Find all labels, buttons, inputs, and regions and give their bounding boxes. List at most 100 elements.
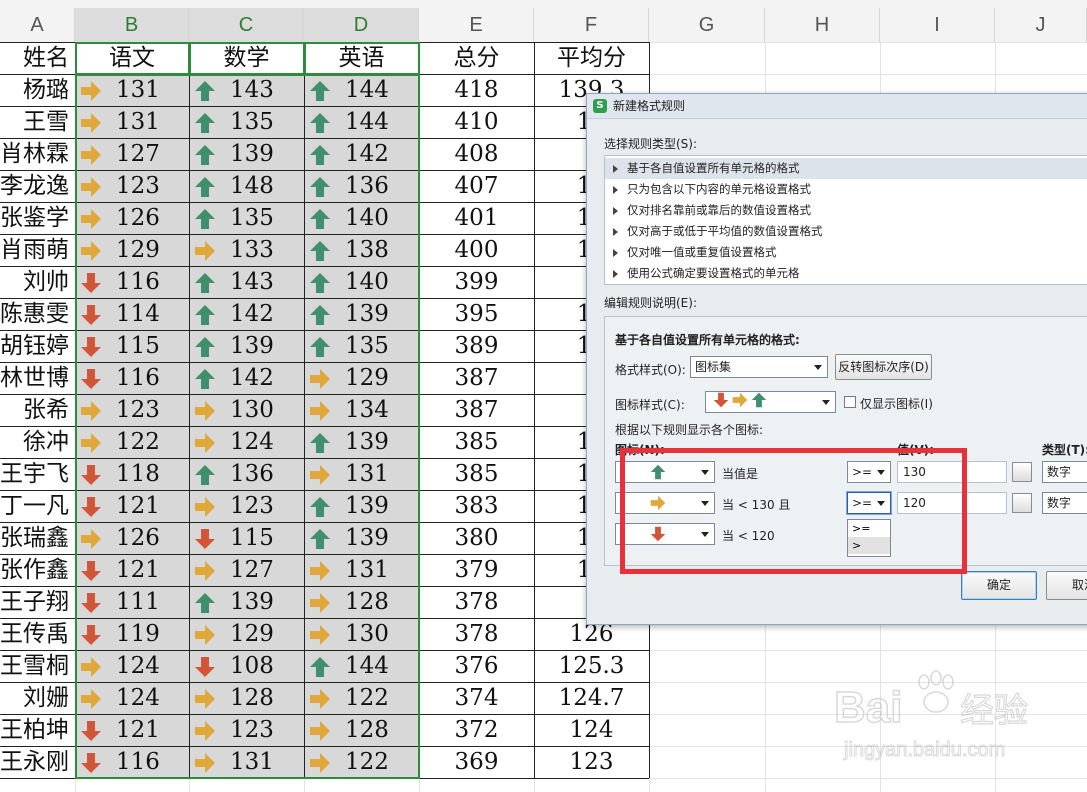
rule-type-item[interactable]: 仅对排名靠前或靠后的数值设置格式 [605,200,1087,221]
average-cell[interactable]: 124 [534,715,649,746]
name-cell[interactable]: 胡钰婷 [0,331,75,362]
rule-type-item[interactable]: 仅对唯一值或重复值设置格式 [605,242,1087,263]
score-cell[interactable]: 139 [305,491,419,522]
score-cell[interactable]: 139 [305,299,419,330]
ok-button[interactable]: 确定 [961,571,1037,600]
name-cell[interactable]: 张瑞鑫 [0,523,75,554]
total-cell[interactable]: 379 [419,555,534,586]
score-cell[interactable]: 128 [190,683,304,714]
score-cell[interactable]: 136 [190,459,304,490]
score-cell[interactable]: 123 [76,171,189,202]
rule-operator-select[interactable]: >= [847,461,891,483]
name-cell[interactable]: 张作鑫 [0,555,75,586]
score-cell[interactable]: 118 [76,459,189,490]
score-cell[interactable]: 128 [305,715,419,746]
total-cell[interactable]: 385 [419,459,534,490]
score-cell[interactable]: 143 [190,75,304,106]
name-cell[interactable]: 李龙逸 [0,171,75,202]
name-cell[interactable]: 王传禹 [0,619,75,650]
column-header-D[interactable]: D [304,8,419,43]
score-cell[interactable]: 135 [305,331,419,362]
score-cell[interactable]: 131 [305,555,419,586]
name-cell[interactable]: 王宇飞 [0,459,75,490]
average-cell[interactable]: 124.7 [534,683,649,714]
name-cell[interactable]: 王雪 [0,107,75,138]
score-cell[interactable]: 130 [190,395,304,426]
header-cell[interactable]: 语文 [75,43,189,74]
column-header-G[interactable]: G [649,8,765,43]
score-cell[interactable]: 127 [190,555,304,586]
score-cell[interactable]: 133 [190,235,304,266]
column-header-E[interactable]: E [419,8,534,43]
score-cell[interactable]: 116 [76,267,189,298]
score-cell[interactable]: 143 [190,267,304,298]
total-cell[interactable]: 372 [419,715,534,746]
total-cell[interactable]: 380 [419,523,534,554]
average-cell[interactable]: 123 [534,747,649,778]
score-cell[interactable]: 139 [190,139,304,170]
score-cell[interactable]: 124 [190,427,304,458]
score-cell[interactable]: 126 [76,203,189,234]
score-cell[interactable]: 121 [76,491,189,522]
rule-type-item[interactable]: 仅对高于或低于平均值的数值设置格式 [605,221,1087,242]
total-cell[interactable]: 385 [419,427,534,458]
rule-icon-select[interactable] [615,461,715,483]
score-cell[interactable]: 119 [76,619,189,650]
name-cell[interactable]: 刘帅 [0,267,75,298]
rule-type-item[interactable]: 只为包含以下内容的单元格设置格式 [605,179,1087,200]
score-cell[interactable]: 123 [190,491,304,522]
column-header-F[interactable]: F [534,8,649,43]
score-cell[interactable]: 135 [190,107,304,138]
column-header-C[interactable]: C [189,8,304,43]
score-cell[interactable]: 142 [305,139,419,170]
column-header-H[interactable]: H [765,8,880,43]
score-cell[interactable]: 115 [190,523,304,554]
column-header-B[interactable]: B [75,8,189,43]
name-cell[interactable]: 刘姗 [0,683,75,714]
total-cell[interactable]: 387 [419,363,534,394]
name-cell[interactable]: 徐冲 [0,427,75,458]
rule-type-select[interactable]: 数字 [1042,492,1087,514]
column-header-A[interactable]: A [0,8,75,43]
score-cell[interactable]: 131 [76,75,189,106]
header-cell[interactable]: 总分 [419,43,534,74]
total-cell[interactable]: 408 [419,139,534,170]
score-cell[interactable]: 108 [190,651,304,682]
rule-type-list[interactable]: 基于各自值设置所有单元格的格式 只为包含以下内容的单元格设置格式 仅对排名靠前或… [604,155,1087,285]
score-cell[interactable]: 134 [305,395,419,426]
total-cell[interactable]: 407 [419,171,534,202]
score-cell[interactable]: 139 [190,587,304,618]
name-cell[interactable]: 杨璐 [0,75,75,106]
total-cell[interactable]: 387 [419,395,534,426]
operator-option[interactable]: > [848,537,890,554]
score-cell[interactable]: 138 [305,235,419,266]
score-cell[interactable]: 140 [305,267,419,298]
rule-type-select[interactable]: 数字 [1042,461,1087,483]
score-cell[interactable]: 116 [76,363,189,394]
total-cell[interactable]: 374 [419,683,534,714]
show-icon-only-checkbox[interactable] [844,396,856,408]
total-cell[interactable]: 418 [419,75,534,106]
format-style-select[interactable]: 图标集 [690,356,828,378]
score-cell[interactable]: 123 [190,715,304,746]
score-cell[interactable]: 124 [76,683,189,714]
header-cell[interactable]: 姓名 [0,43,75,74]
score-cell[interactable]: 129 [305,363,419,394]
total-cell[interactable]: 378 [419,619,534,650]
score-cell[interactable]: 144 [305,651,419,682]
score-cell[interactable]: 129 [190,619,304,650]
header-cell[interactable]: 平均分 [534,43,649,74]
total-cell[interactable]: 400 [419,235,534,266]
score-cell[interactable]: 148 [190,171,304,202]
rule-icon-select[interactable] [615,523,715,545]
header-cell[interactable]: 英语 [304,43,419,74]
score-cell[interactable]: 121 [76,555,189,586]
name-cell[interactable]: 林世博 [0,363,75,394]
total-cell[interactable]: 376 [419,651,534,682]
rule-operator-select[interactable]: >= [847,492,891,514]
score-cell[interactable]: 126 [76,523,189,554]
average-cell[interactable]: 125.3 [534,651,649,682]
total-cell[interactable]: 383 [419,491,534,522]
total-cell[interactable]: 389 [419,331,534,362]
score-cell[interactable]: 144 [305,107,419,138]
